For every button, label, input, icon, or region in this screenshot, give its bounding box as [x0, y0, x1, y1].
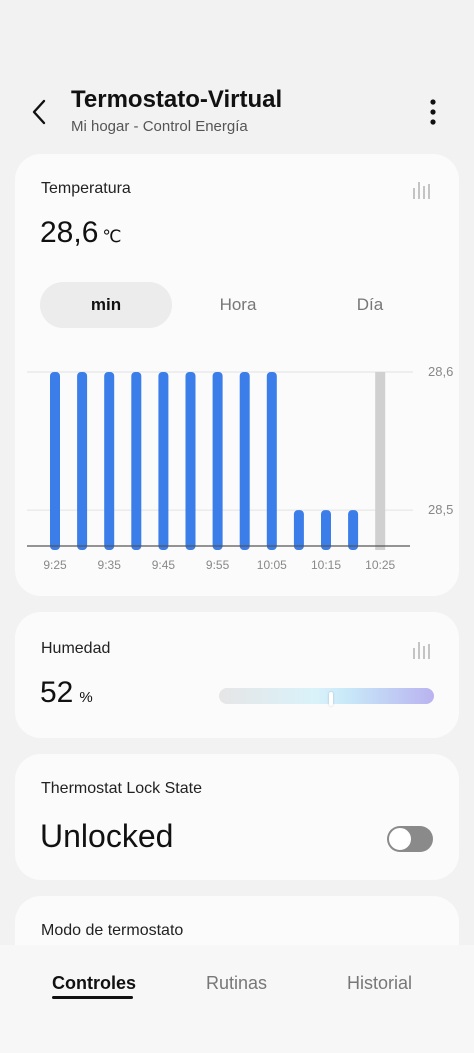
page-title: Termostato-Virtual	[71, 86, 283, 113]
app-header: Termostato-Virtual Mi hogar - Control En…	[0, 80, 474, 150]
temperature-title: Temperatura	[41, 180, 131, 197]
segment-dia[interactable]: Día	[304, 282, 436, 328]
humidity-slider-thumb[interactable]	[328, 692, 333, 706]
humidity-value: 52%	[40, 676, 93, 710]
lock-state-card: Thermostat Lock State Unlocked	[15, 754, 459, 880]
y-tick-label: 28,5	[428, 502, 453, 517]
more-vertical-icon[interactable]	[422, 98, 444, 126]
x-tick-label: 10:25	[365, 558, 395, 572]
bottom-navigation: Controles Rutinas Historial	[0, 945, 474, 1053]
humidity-slider[interactable]	[219, 688, 434, 706]
x-tick-label: 10:05	[257, 558, 287, 572]
chart-bar	[375, 372, 386, 550]
tab-rutinas[interactable]: Rutinas	[206, 973, 267, 994]
humidity-number: 52	[40, 676, 74, 709]
page-subtitle: Mi hogar - Control Energía	[71, 118, 248, 135]
mode-title: Modo de termostato	[41, 922, 184, 939]
temperature-card: Temperatura 28,6 ℃ min Hora Día 9:25 9:35 9…	[15, 154, 459, 596]
humidity-unit: %	[79, 689, 93, 706]
chart-bar	[266, 372, 277, 550]
temperature-value: 28,6 ℃	[40, 216, 121, 250]
temperature-chart: 9:25 9:35 9:45 9:55 10:05 10:15 10:25 28,6 28,5	[27, 364, 453, 572]
humidity-title: Humedad	[41, 640, 111, 657]
x-tick-label: 9:55	[206, 558, 230, 572]
x-tick-label: 9:45	[152, 558, 176, 572]
y-tick-label: 28,6	[428, 364, 453, 379]
humidity-card: Humedad 52%	[15, 612, 459, 738]
bar-chart-icon[interactable]	[412, 640, 432, 660]
chart-bar	[239, 372, 250, 550]
chevron-left-icon[interactable]	[26, 98, 54, 126]
chart-bar	[185, 372, 196, 550]
x-tick-label: 10:15	[311, 558, 341, 572]
tab-controles[interactable]: Controles	[52, 973, 136, 994]
chart-bar	[50, 372, 60, 550]
segment-hora[interactable]: Hora	[172, 282, 304, 328]
chart-bar	[131, 372, 142, 550]
chart-bar	[293, 510, 304, 550]
lock-toggle[interactable]	[387, 826, 433, 852]
x-tick-label: 9:35	[98, 558, 122, 572]
chart-bar	[321, 510, 331, 550]
temperature-number: 28,6	[40, 216, 99, 249]
bar-chart-icon[interactable]	[412, 180, 432, 200]
chart-bar	[77, 372, 88, 550]
toggle-knob	[388, 827, 412, 851]
x-tick-label: 9:25	[43, 558, 67, 572]
chart-bar	[212, 372, 223, 550]
tab-historial[interactable]: Historial	[347, 973, 412, 994]
chart-bar	[348, 510, 359, 550]
chart-bar	[158, 372, 169, 550]
segment-min[interactable]: min	[40, 282, 172, 328]
active-tab-indicator	[52, 996, 133, 999]
chart-bar	[104, 372, 115, 550]
temperature-unit: ℃	[102, 227, 122, 246]
lock-state-title: Thermostat Lock State	[41, 780, 202, 797]
lock-state-value: Unlocked	[40, 818, 174, 854]
